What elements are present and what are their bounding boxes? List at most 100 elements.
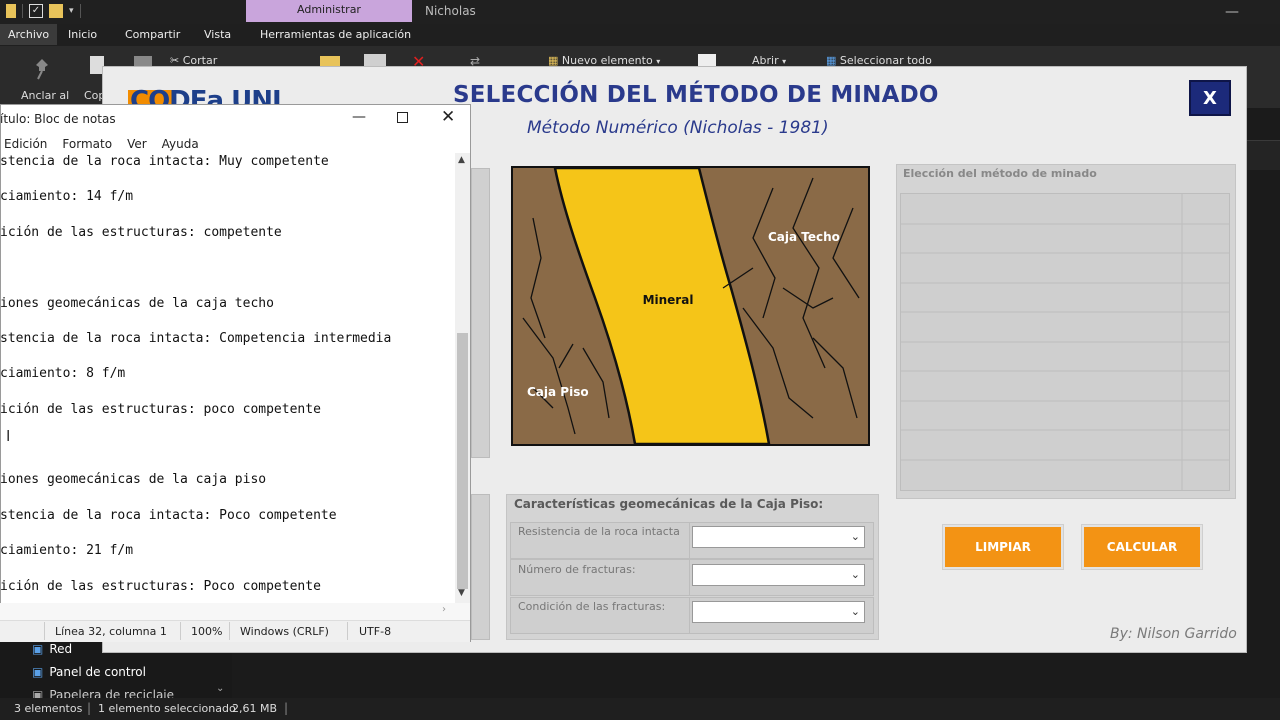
menu-formato[interactable]: Formato [62, 137, 112, 151]
text-line: ición de las estructuras: Poco competent… [0, 578, 321, 594]
nav-label: Red [49, 642, 73, 656]
menu-edicion[interactable]: Edición [4, 137, 47, 151]
status-size: 2,61 MB [232, 702, 278, 715]
maximize-icon[interactable] [397, 112, 408, 123]
text-line: iones geomecánicas de la caja techo [0, 295, 274, 311]
chevron-down-icon: ▾ [656, 57, 661, 66]
text-line [0, 348, 455, 366]
chevron-down-icon[interactable]: ▼ [458, 588, 465, 598]
chevron-right-icon[interactable]: › [442, 604, 446, 615]
hidden-panel-fragment [471, 168, 490, 458]
chevron-down-icon: ⌄ [850, 568, 860, 581]
text-line: iones geomecánicas de la caja piso [0, 472, 267, 488]
text-line: ición de las estructuras: poco competent… [0, 401, 321, 417]
vein-diagram-svg: Mineral Caja Techo Caja Piso [513, 168, 868, 444]
copy-to-icon[interactable] [364, 54, 386, 66]
move-to-icon[interactable] [320, 56, 340, 66]
quick-access-toolbar: ✓ ▾ [6, 4, 81, 18]
tab-compartir[interactable]: Compartir [117, 24, 188, 45]
control-panel-icon: ▣ [32, 665, 44, 679]
text-line [0, 436, 455, 454]
hidden-panel-fragment [471, 494, 490, 640]
tab-vista[interactable]: Vista [196, 24, 239, 45]
text-line: ición de las estructuras: competente [0, 224, 282, 240]
network-icon: ▣ [32, 642, 44, 656]
field-divider [689, 597, 690, 634]
chevron-down-icon: ⌄ [850, 530, 860, 543]
pin-icon[interactable] [32, 58, 52, 80]
nav-label: Panel de control [49, 665, 146, 679]
chevron-up-icon[interactable]: ▲ [458, 155, 465, 165]
tab-herramientas[interactable]: Herramientas de aplicación [252, 24, 419, 45]
status-encoding: UTF-8 [359, 625, 392, 638]
folder-icon[interactable] [6, 4, 16, 18]
menu-ver[interactable]: Ver [127, 137, 147, 151]
context-tab-administrar[interactable]: Administrar [246, 0, 412, 22]
properties-check-icon[interactable]: ✓ [29, 4, 43, 18]
properties-icon[interactable] [698, 54, 716, 66]
notepad-text-area[interactable]: stencia de la roca intacta: Muy competen… [0, 153, 455, 603]
status-divider: | [284, 701, 289, 715]
select-numero-fracturas[interactable]: ⌄ [692, 564, 865, 586]
ribbon-tab-bar [0, 24, 1280, 46]
toolbar-divider [79, 4, 81, 18]
customize-arrow-icon[interactable]: ▾ [69, 6, 74, 16]
select-condicion-fracturas[interactable]: ⌄ [692, 601, 865, 623]
text-line: stencia de la roca intacta: Muy competen… [0, 154, 329, 169]
text-line [0, 454, 455, 472]
text-line [0, 383, 455, 401]
field-label-resistencia: Resistencia de la roca intacta [518, 525, 680, 538]
status-divider [229, 622, 230, 640]
minimize-icon[interactable]: — [1225, 4, 1239, 20]
notepad-title: ítulo: Bloc de notas [0, 112, 116, 126]
text-line [0, 259, 455, 277]
text-line [0, 524, 455, 542]
author-byline: By: Nilson Garrido [1110, 626, 1237, 642]
field-divider [689, 522, 690, 559]
label-caja-piso: Caja Piso [527, 385, 589, 399]
results-grid [901, 194, 1229, 490]
results-label: Elección del método de minado [903, 167, 1097, 180]
recycle-bin-icon: ▣ [32, 688, 44, 698]
nav-item-panel-control[interactable]: ▣ Panel de control [32, 665, 146, 679]
status-divider [180, 622, 181, 640]
new-folder-icon[interactable] [49, 4, 63, 18]
text-line [0, 206, 455, 224]
status-eol: Windows (CRLF) [240, 625, 329, 638]
toolbar-divider [22, 4, 23, 18]
close-icon[interactable]: ✕ [441, 107, 455, 127]
status-item-count: 3 elementos [14, 702, 83, 715]
field-divider [689, 559, 690, 596]
status-divider [347, 622, 348, 640]
text-line [0, 489, 455, 507]
app-title: SELECCIÓN DEL MÉTODO DE MINADO [453, 82, 939, 108]
status-divider: | [87, 701, 92, 715]
nav-item-red[interactable]: ▣ Red [32, 642, 72, 656]
limpiar-button[interactable]: LIMPIAR [943, 525, 1063, 569]
nav-label: Papelera de reciclaje [49, 688, 175, 698]
calcular-button[interactable]: CALCULAR [1082, 525, 1202, 569]
chevron-down-icon[interactable]: ⌄ [216, 683, 224, 694]
app-logo: CODEa UNI [130, 86, 281, 106]
menu-ayuda[interactable]: Ayuda [162, 137, 199, 151]
window-title: Nicholas [425, 4, 476, 18]
minimize-icon[interactable]: — [352, 109, 366, 125]
app-close-button[interactable]: X [1189, 80, 1231, 116]
label-caja-techo: Caja Techo [768, 230, 840, 244]
select-resistencia[interactable]: ⌄ [692, 526, 865, 548]
nav-item-papelera[interactable]: ▣ Papelera de reciclaje [32, 688, 174, 698]
explorer-title-bar [0, 0, 1280, 24]
explorer-file-list-edge [1246, 140, 1280, 170]
scrollbar-thumb[interactable] [457, 333, 468, 589]
text-line [0, 171, 455, 189]
pin-label[interactable]: Anclar al [21, 89, 69, 102]
text-line [0, 418, 455, 436]
status-position: Línea 32, columna 1 [55, 625, 167, 638]
tab-inicio[interactable]: Inicio [60, 24, 105, 45]
text-cursor-icon: I [6, 427, 11, 445]
status-zoom: 100% [191, 625, 223, 638]
status-divider [44, 622, 45, 640]
tab-archivo[interactable]: Archivo [0, 24, 58, 45]
text-line: ciamiento: 8 f/m [0, 366, 126, 382]
horizontal-scrollbar[interactable] [0, 603, 470, 620]
